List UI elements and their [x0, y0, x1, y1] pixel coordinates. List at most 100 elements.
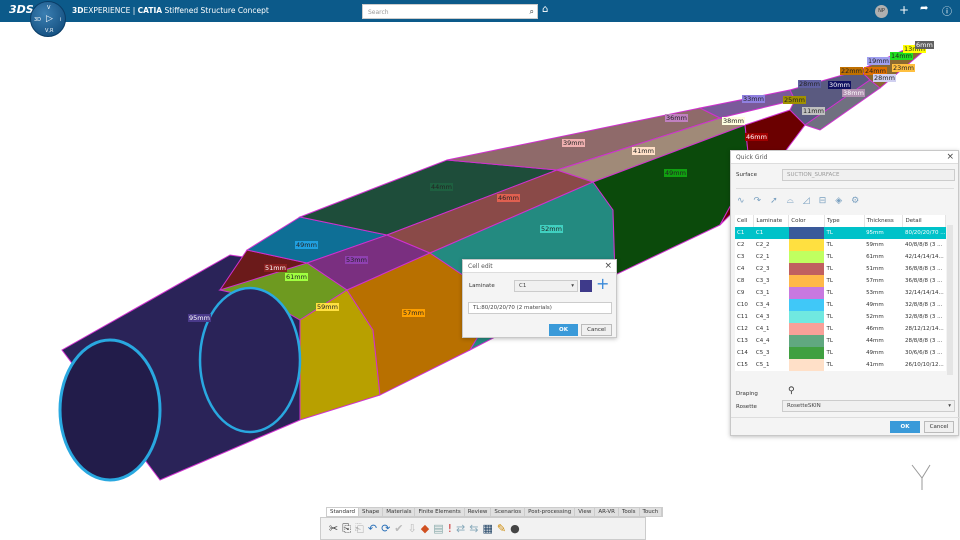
thickness-label[interactable]: 46mm [745, 133, 768, 141]
surface-icon[interactable]: ⌓ [787, 196, 794, 206]
cell-cell[interactable]: C2 [735, 239, 754, 251]
tag-icon[interactable]: ⌂ [542, 4, 548, 15]
thickness-label[interactable]: 57mm [402, 309, 425, 317]
split-icon[interactable]: ⊟ [819, 196, 827, 206]
table-row[interactable]: C4 C2_3 TL 51mm 36/8/8/8 (3 ... [735, 263, 946, 275]
cell-thickness[interactable]: 49mm [864, 299, 903, 311]
transfer-icon[interactable]: ↷ [754, 196, 762, 206]
cell-color[interactable] [788, 227, 825, 239]
cell-detail[interactable]: 30/6/6/8 (3 ... [903, 347, 946, 359]
cell-thickness[interactable]: 95mm [864, 227, 903, 239]
table-row[interactable]: C3 C2_1 TL 61mm 42/14/14/14... [735, 251, 946, 263]
thickness-label[interactable]: 14mm [890, 52, 913, 60]
cell-table[interactable]: Cell Laminate Color Type Thickness Detai… [735, 215, 946, 371]
thickness-label[interactable]: 28mm [873, 74, 896, 82]
table-row[interactable]: C8 C3_3 TL 57mm 36/8/8/8 (3 ... [735, 275, 946, 287]
cell-laminate[interactable]: C4_4 [754, 335, 789, 347]
thickness-label[interactable]: 44mm [430, 183, 453, 191]
table-row[interactable]: C14 C5_3 TL 49mm 30/6/6/8 (3 ... [735, 347, 946, 359]
cell-color[interactable] [788, 239, 825, 251]
cell-cell[interactable]: C4 [735, 263, 754, 275]
paste-icon[interactable]: ⎗ [355, 522, 364, 536]
cell-cell[interactable]: C3 [735, 251, 754, 263]
cell-laminate[interactable]: C4_3 [754, 311, 789, 323]
cell-laminate[interactable]: C3_1 [754, 287, 789, 299]
tab-standard[interactable]: Standard [327, 508, 360, 516]
table-row[interactable]: C10 C3_4 TL 49mm 32/8/8/8 (3 ... [735, 299, 946, 311]
material-icon[interactable]: ◆ [421, 522, 429, 535]
search-input[interactable]: Search ⌕ [362, 4, 538, 19]
sphere-icon[interactable]: ● [510, 522, 520, 535]
cell-laminate[interactable]: C2_2 [754, 239, 789, 251]
cell-thickness[interactable]: 41mm [864, 359, 903, 371]
select-add-icon[interactable]: ➚ [770, 196, 778, 206]
thickness-label[interactable]: 6mm [915, 41, 934, 49]
cell-thickness[interactable]: 53mm [864, 287, 903, 299]
thickness-label[interactable]: 49mm [295, 241, 318, 249]
grid-icon[interactable]: ◿ [803, 196, 810, 206]
thickness-label[interactable]: 38mm [842, 89, 865, 97]
laminate-detail-field[interactable]: TL:80/20/20/70 (2 materials) [468, 302, 612, 314]
thickness-label[interactable]: 61mm [285, 273, 308, 281]
cell-thickness[interactable]: 46mm [864, 323, 903, 335]
tab-scenarios[interactable]: Scenarios [491, 508, 526, 516]
undo-icon[interactable]: ↶ [368, 522, 377, 535]
cell-cell[interactable]: C9 [735, 287, 754, 299]
cell-cell[interactable]: C13 [735, 335, 754, 347]
search-icon[interactable]: ⌕ [530, 7, 534, 17]
cell-thickness[interactable]: 51mm [864, 263, 903, 275]
cell-type[interactable]: TL [824, 227, 865, 239]
table-row[interactable]: C13 C4_4 TL 44mm 28/8/8/8 (3 ... [735, 335, 946, 347]
palette-icon[interactable]: ✎ [497, 522, 506, 535]
cell-laminate[interactable]: C4_1 [754, 323, 789, 335]
cell-color[interactable] [788, 299, 825, 311]
import-icon[interactable]: ⇩ [408, 522, 417, 535]
ok-button[interactable]: OK [549, 324, 578, 336]
cell-color[interactable] [788, 347, 825, 359]
cell-type[interactable]: TL [824, 359, 864, 371]
cell-type[interactable]: TL [824, 287, 864, 299]
cell-laminate[interactable]: C5_3 [754, 347, 789, 359]
cell-detail[interactable]: 42/14/14/14... [903, 251, 946, 263]
cell-color[interactable] [788, 359, 825, 371]
cell-type[interactable]: TL [824, 311, 864, 323]
cell-thickness[interactable]: 61mm [864, 251, 903, 263]
table-row[interactable]: C11 C4_3 TL 52mm 32/8/8/8 (3 ... [735, 311, 946, 323]
cell-color[interactable] [788, 335, 825, 347]
cell-detail[interactable]: 28/12/12/14... [903, 323, 946, 335]
close-icon[interactable]: × [604, 261, 612, 271]
cell-laminate[interactable]: C3_3 [754, 275, 789, 287]
curve-icon[interactable]: ∿ [737, 196, 745, 206]
share-icon[interactable]: ➦ [920, 3, 928, 14]
cell-laminate[interactable]: C2_1 [754, 251, 789, 263]
settings-icon[interactable]: ⚙ [851, 196, 859, 206]
cell-laminate[interactable]: C3_4 [754, 299, 789, 311]
cell-thickness[interactable]: 57mm [864, 275, 903, 287]
cell-color[interactable] [788, 275, 825, 287]
table-row[interactable]: C1 C1 TL 95mm 80/20/20/70 ... [735, 227, 946, 239]
thickness-label[interactable]: 53mm [345, 256, 368, 264]
check-icon[interactable]: ✔ [394, 522, 403, 535]
thickness-label[interactable]: 19mm [867, 57, 890, 65]
cancel-button[interactable]: Cancel [924, 421, 954, 433]
close-icon[interactable]: × [946, 152, 954, 162]
cell-type[interactable]: TL [824, 335, 864, 347]
cell-detail[interactable]: 28/8/8/8 (3 ... [903, 335, 946, 347]
cell-laminate[interactable]: C2_3 [754, 263, 789, 275]
warning-icon[interactable]: ! [448, 522, 452, 535]
table-icon[interactable]: ▤ [433, 522, 443, 535]
thickness-label[interactable]: 51mm [264, 264, 287, 272]
add-icon[interactable]: + [899, 3, 909, 17]
cell-laminate[interactable]: C1 [753, 227, 789, 239]
tab-ar-vr[interactable]: AR-VR [595, 508, 619, 516]
tab-post-processing[interactable]: Post-processing [525, 508, 576, 516]
color-swatch[interactable] [580, 280, 592, 292]
thickness-label[interactable]: 49mm [664, 169, 687, 177]
table-row[interactable]: C9 C3_1 TL 53mm 32/14/14/14... [735, 287, 946, 299]
cell-detail[interactable]: 32/8/8/8 (3 ... [903, 299, 946, 311]
tab-finite-elements[interactable]: Finite Elements [415, 508, 465, 516]
laminate-select[interactable]: C1 ▾ [514, 280, 578, 292]
thickness-label[interactable]: 22mm [840, 67, 863, 75]
tab-tools[interactable]: Tools [619, 508, 640, 516]
cell-thickness[interactable]: 44mm [864, 335, 903, 347]
